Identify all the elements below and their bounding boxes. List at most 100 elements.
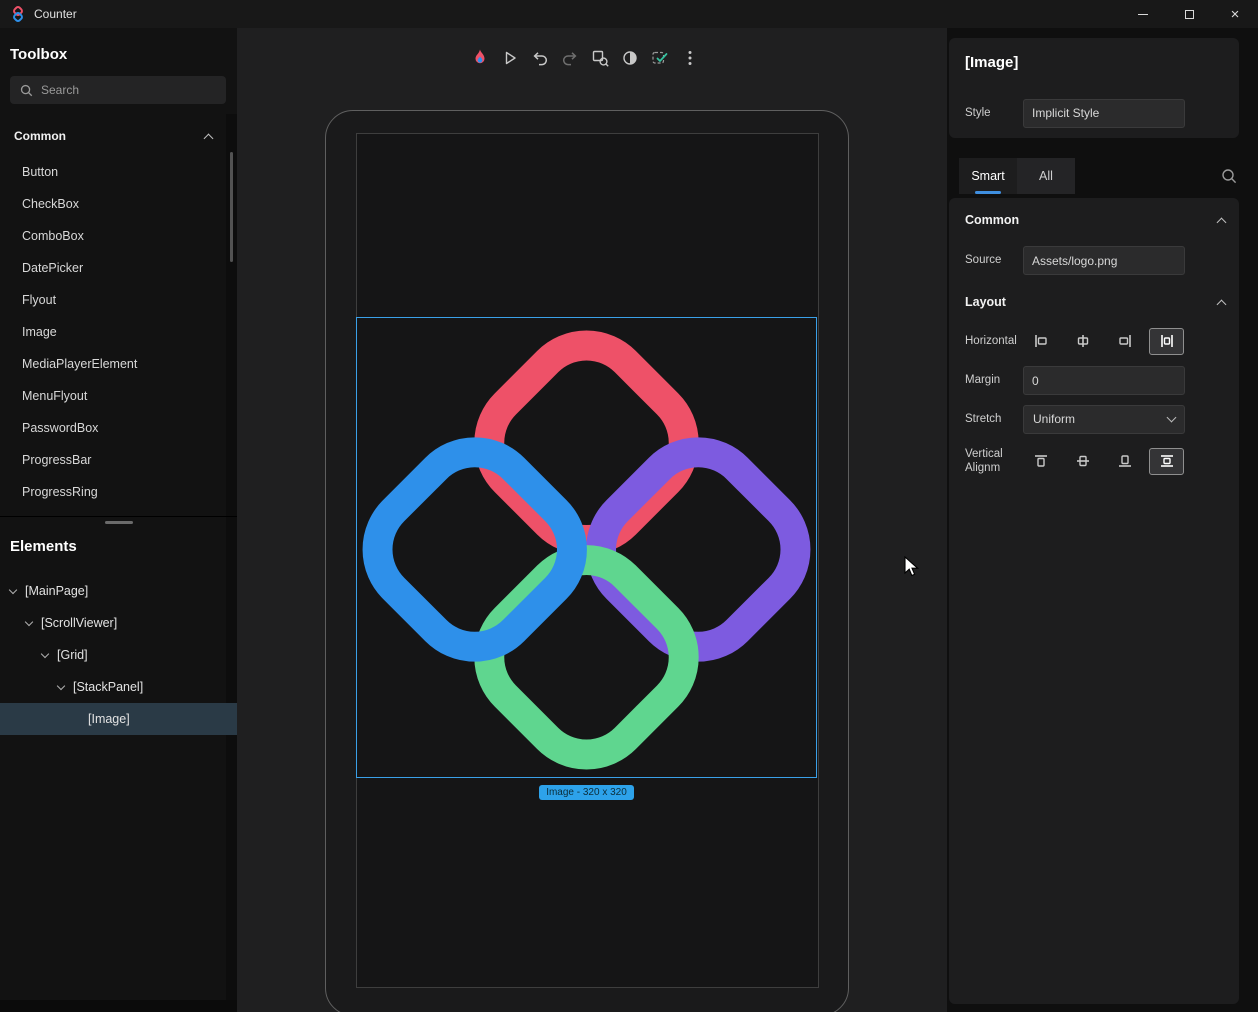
toolbox-list: Button CheckBox ComboBox DatePicker Flyo… (0, 156, 226, 508)
tree-node-mainpage[interactable]: [MainPage] (0, 575, 237, 607)
v-align-top-button[interactable] (1023, 448, 1058, 475)
maximize-icon (1185, 10, 1194, 19)
chevron-up-icon[interactable] (1217, 299, 1227, 309)
toolbox-section-label: Common (14, 129, 66, 143)
stretch-value: Uniform (1033, 412, 1075, 426)
sidebar-footer (0, 1000, 237, 1012)
close-button[interactable]: × (1212, 0, 1258, 28)
chevron-up-icon[interactable] (1217, 217, 1227, 227)
element-picker-icon[interactable] (590, 48, 610, 68)
tree-node-scrollviewer[interactable]: [ScrollViewer] (0, 607, 237, 639)
horizontal-alignment-group (1023, 328, 1184, 355)
tree-node-label: [MainPage] (25, 584, 88, 598)
window-title: Counter (34, 7, 77, 21)
selection-size-badge: Image - 320 x 320 (539, 785, 634, 800)
tree-node-image-selected[interactable]: [Image] (0, 703, 237, 735)
tree-node-label: [ScrollViewer] (41, 616, 117, 630)
maximize-button[interactable] (1166, 0, 1212, 28)
horizontal-alignment-label: Horizontal (965, 334, 1023, 348)
chevron-up-icon[interactable] (204, 133, 214, 143)
tree-node-label: [Grid] (57, 648, 88, 662)
source-input[interactable] (1023, 246, 1185, 275)
v-align-bottom-button[interactable] (1107, 448, 1142, 475)
toolbox-search[interactable] (10, 76, 226, 104)
margin-label: Margin (965, 373, 1023, 387)
properties-card: Common Source Layout Horizontal (949, 198, 1239, 1004)
toolbox-item-combobox[interactable]: ComboBox (0, 220, 226, 252)
vertical-alignment-group (1023, 448, 1184, 475)
toolbox-item-datepicker[interactable]: DatePicker (0, 252, 226, 284)
elements-title: Elements (10, 538, 77, 555)
redo-icon[interactable] (560, 48, 580, 68)
splitter-grip-icon (105, 521, 133, 524)
v-align-center-button[interactable] (1065, 448, 1100, 475)
toolbox-item-passwordbox[interactable]: PasswordBox (0, 412, 226, 444)
source-row: Source (965, 246, 1227, 275)
style-label: Style (965, 106, 1023, 120)
section-common[interactable]: Common (965, 206, 1225, 234)
toolbox-item-progressbar[interactable]: ProgressBar (0, 444, 226, 476)
vertical-alignment-row: Vertical Alignm (965, 444, 1227, 478)
toolbox-item-mediaplayerelement[interactable]: MediaPlayerElement (0, 348, 226, 380)
properties-search-icon[interactable] (1220, 167, 1238, 185)
toolbox-scrollbar-thumb[interactable] (230, 152, 233, 262)
h-align-right-button[interactable] (1107, 328, 1142, 355)
titlebar: Counter × (0, 0, 1258, 28)
search-icon (19, 83, 34, 98)
toolbox-item-flyout[interactable]: Flyout (0, 284, 226, 316)
toolbox-section-common[interactable]: Common (0, 122, 226, 150)
active-tab-indicator (975, 191, 1001, 194)
theme-toggle-icon[interactable] (620, 48, 640, 68)
chevron-down-icon[interactable] (57, 681, 65, 689)
undo-icon[interactable] (530, 48, 550, 68)
chevron-down-icon[interactable] (41, 649, 49, 657)
selected-image-element[interactable] (356, 317, 817, 778)
chevron-down-icon (1167, 413, 1177, 423)
element-header-card: [Image] Style (949, 38, 1239, 138)
section-common-label: Common (965, 213, 1019, 227)
hot-design-flame-icon[interactable] (470, 48, 490, 68)
minimize-button[interactable] (1120, 0, 1166, 28)
h-align-stretch-button[interactable] (1149, 328, 1184, 355)
tree-node-grid[interactable]: [Grid] (0, 639, 237, 671)
toolbox-item-button[interactable]: Button (0, 156, 226, 188)
app-logo-icon (10, 6, 26, 22)
chevron-down-icon[interactable] (25, 617, 33, 625)
margin-row: Margin (965, 366, 1227, 395)
vertical-alignment-label: Vertical Alignm (965, 447, 1023, 476)
tree-node-label: [Image] (88, 712, 130, 726)
tab-all-label: All (1039, 169, 1053, 183)
tab-smart[interactable]: Smart (959, 158, 1017, 194)
stretch-label: Stretch (965, 412, 1023, 426)
designer-toolbar (470, 44, 700, 72)
v-align-stretch-button[interactable] (1149, 448, 1184, 475)
properties-panel: [Image] Style Smart All Common Source La… (947, 28, 1258, 1012)
h-align-center-button[interactable] (1065, 328, 1100, 355)
logo-image (357, 318, 816, 777)
style-input[interactable] (1023, 99, 1185, 128)
selection-badge-wrap: Image - 320 x 320 (356, 785, 817, 800)
validation-check-icon[interactable] (650, 48, 670, 68)
panel-splitter[interactable] (0, 516, 237, 528)
minimize-icon (1138, 14, 1148, 15)
stretch-dropdown[interactable]: Uniform (1023, 405, 1185, 434)
design-canvas: Image - 320 x 320 (237, 28, 947, 1012)
toolbox-item-menuflyout[interactable]: MenuFlyout (0, 380, 226, 412)
toolbox-item-progressring[interactable]: ProgressRing (0, 476, 226, 508)
toolbox-item-image[interactable]: Image (0, 316, 226, 348)
chevron-down-icon[interactable] (9, 585, 17, 593)
elements-tree: [MainPage] [ScrollViewer] [Grid] [StackP… (0, 575, 237, 735)
stretch-row: Stretch Uniform (965, 404, 1227, 434)
margin-input[interactable] (1023, 366, 1185, 395)
selected-element-title: [Image] (965, 54, 1018, 71)
more-options-icon[interactable] (680, 48, 700, 68)
section-layout-label: Layout (965, 295, 1006, 309)
style-row: Style (965, 98, 1225, 128)
h-align-left-button[interactable] (1023, 328, 1058, 355)
play-icon[interactable] (500, 48, 520, 68)
search-input[interactable] (41, 83, 217, 97)
section-layout[interactable]: Layout (965, 288, 1225, 316)
tab-all[interactable]: All (1017, 158, 1075, 194)
tree-node-stackpanel[interactable]: [StackPanel] (0, 671, 237, 703)
toolbox-item-checkbox[interactable]: CheckBox (0, 188, 226, 220)
